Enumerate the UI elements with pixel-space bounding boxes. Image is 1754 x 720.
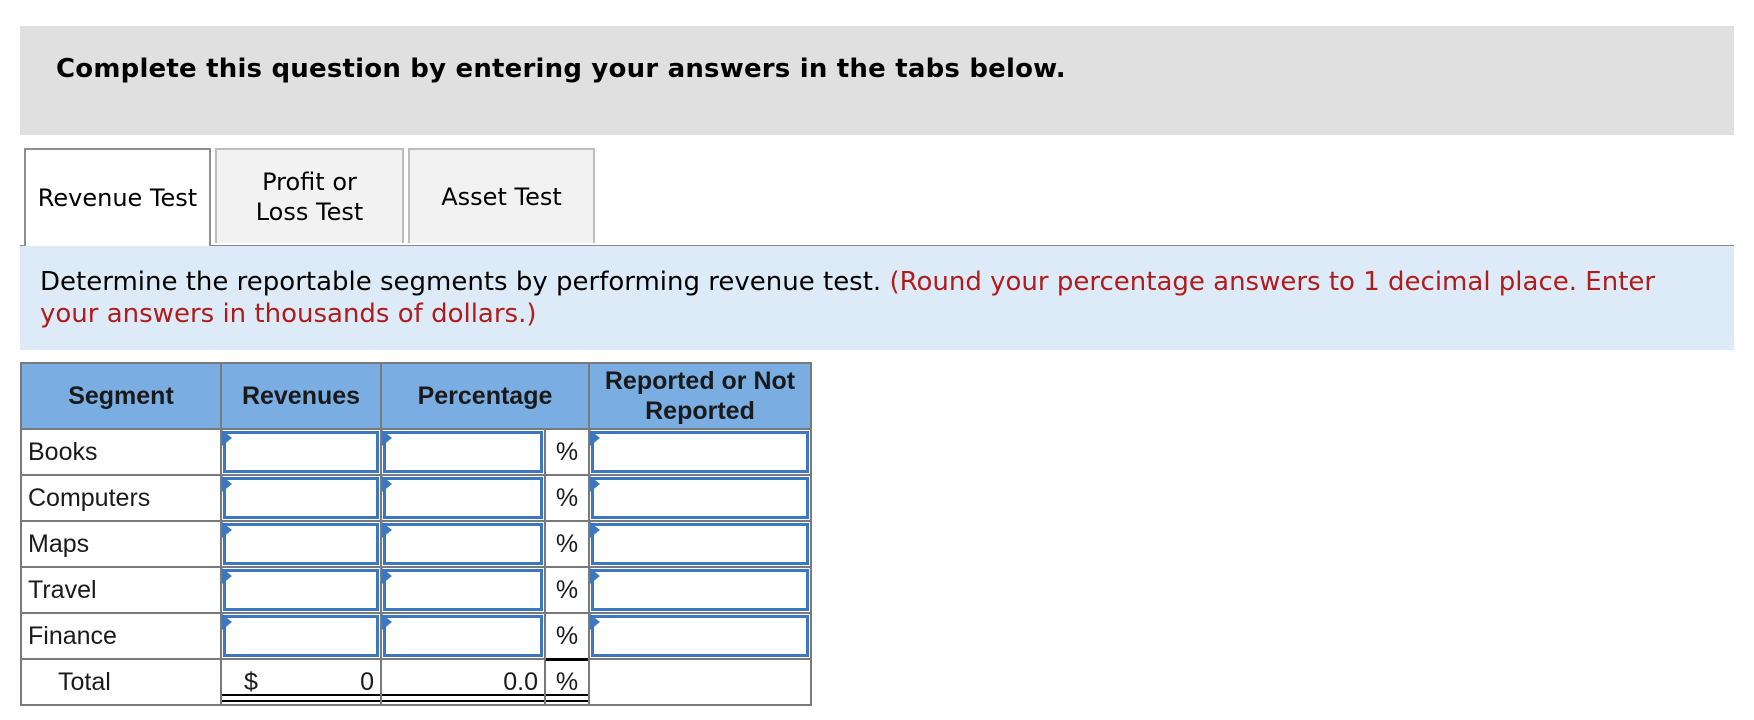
table-row: Finance% xyxy=(20,612,812,660)
segment-label-travel: Travel xyxy=(20,566,222,614)
instructions-main: Determine the reportable segments by per… xyxy=(40,267,882,297)
total-row: Total $ 0 0.0 % xyxy=(20,658,812,706)
banner-text: Complete this question by entering your … xyxy=(56,54,1066,84)
revenues-cell xyxy=(220,428,382,476)
percent-symbol: % xyxy=(544,474,590,522)
percentage-cell xyxy=(380,520,546,568)
percentage-input-books[interactable] xyxy=(383,431,543,473)
total-percentage-value: 0.0 xyxy=(503,668,538,696)
segment-label-books: Books xyxy=(20,428,222,476)
reported-input-travel[interactable] xyxy=(591,569,809,611)
input-flag-icon xyxy=(590,522,600,538)
total-percent-symbol: % xyxy=(544,658,590,706)
table-row: Books% xyxy=(20,428,812,476)
revenues-input-books[interactable] xyxy=(223,431,379,473)
input-flag-icon xyxy=(222,522,232,538)
tab-bar: Revenue Test Profit or Loss Test Asset T… xyxy=(20,148,1734,247)
percentage-input-computers[interactable] xyxy=(383,477,543,519)
segment-label-computers: Computers xyxy=(20,474,222,522)
revenues-cell xyxy=(220,566,382,614)
revenues-cell xyxy=(220,520,382,568)
input-flag-icon xyxy=(222,568,232,584)
header-segment: Segment xyxy=(20,362,222,430)
reported-cell xyxy=(588,474,812,522)
input-flag-icon xyxy=(590,614,600,630)
percentage-cell xyxy=(380,428,546,476)
header-percentage: Percentage xyxy=(380,362,590,430)
revenues-input-maps[interactable] xyxy=(223,523,379,565)
percent-symbol: % xyxy=(544,520,590,568)
input-flag-icon xyxy=(382,476,392,492)
tab-revenue-test[interactable]: Revenue Test xyxy=(24,148,211,246)
percentage-cell xyxy=(380,566,546,614)
header-row: Segment Revenues Percentage Reported or … xyxy=(20,362,812,430)
percentage-cell xyxy=(380,612,546,660)
header-reported: Reported or Not Reported xyxy=(588,362,812,430)
header-reported-label: Reported or Not Reported xyxy=(604,367,796,425)
reported-cell xyxy=(588,612,812,660)
table-row: Maps% xyxy=(20,520,812,568)
input-flag-icon xyxy=(382,614,392,630)
percentage-input-finance[interactable] xyxy=(383,615,543,657)
reported-input-books[interactable] xyxy=(591,431,809,473)
total-revenues-cell: $ 0 xyxy=(220,658,382,706)
revenues-input-computers[interactable] xyxy=(223,477,379,519)
reported-cell xyxy=(588,520,812,568)
tab-asset-test[interactable]: Asset Test xyxy=(408,148,595,243)
percentage-input-maps[interactable] xyxy=(383,523,543,565)
instructions-panel: Determine the reportable segments by per… xyxy=(20,246,1734,350)
input-flag-icon xyxy=(382,430,392,446)
total-currency-symbol: $ xyxy=(244,668,258,696)
total-label: Total xyxy=(20,658,222,706)
revenue-test-table: Segment Revenues Percentage Reported or … xyxy=(20,362,812,706)
reported-input-maps[interactable] xyxy=(591,523,809,565)
segment-label-finance: Finance xyxy=(20,612,222,660)
question-banner: Complete this question by entering your … xyxy=(20,26,1734,135)
input-flag-icon xyxy=(590,430,600,446)
percentage-cell xyxy=(380,474,546,522)
percentage-input-travel[interactable] xyxy=(383,569,543,611)
revenues-cell xyxy=(220,612,382,660)
input-flag-icon xyxy=(590,476,600,492)
table-row: Computers% xyxy=(20,474,812,522)
input-flag-icon xyxy=(382,568,392,584)
reported-cell xyxy=(588,428,812,476)
revenues-input-finance[interactable] xyxy=(223,615,379,657)
percent-symbol: % xyxy=(544,566,590,614)
table-row: Travel% xyxy=(20,566,812,614)
reported-input-finance[interactable] xyxy=(591,615,809,657)
percent-symbol: % xyxy=(544,612,590,660)
total-percentage-cell: 0.0 xyxy=(380,658,546,706)
input-flag-icon xyxy=(222,476,232,492)
reported-cell xyxy=(588,566,812,614)
total-reported-cell xyxy=(588,658,812,706)
input-flag-icon xyxy=(222,430,232,446)
input-flag-icon xyxy=(382,522,392,538)
tab-profit-or-loss-test-label: Profit or Loss Test xyxy=(255,167,364,226)
reported-input-computers[interactable] xyxy=(591,477,809,519)
input-flag-icon xyxy=(590,568,600,584)
revenues-cell xyxy=(220,474,382,522)
header-revenues: Revenues xyxy=(220,362,382,430)
revenues-input-travel[interactable] xyxy=(223,569,379,611)
segment-label-maps: Maps xyxy=(20,520,222,568)
tab-profit-or-loss-test[interactable]: Profit or Loss Test xyxy=(215,148,404,243)
input-flag-icon xyxy=(222,614,232,630)
total-revenues-value: 0 xyxy=(360,668,374,696)
percent-symbol: % xyxy=(544,428,590,476)
